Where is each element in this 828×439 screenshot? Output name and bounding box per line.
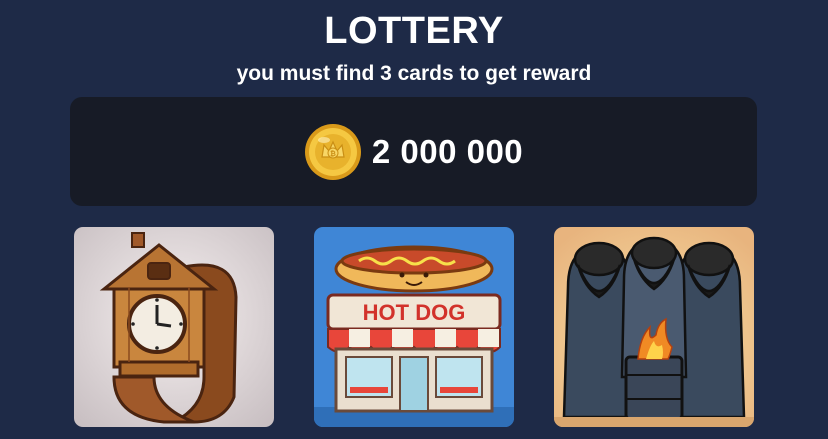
people-by-fire-barrel-card[interactable] bbox=[554, 227, 754, 427]
hot-dog-shop-image: HOT DOG bbox=[314, 227, 514, 427]
cuckoo-watch-image bbox=[74, 227, 274, 427]
instructions-text: you must find 3 cards to get reward bbox=[236, 62, 592, 85]
shop-sign-text: HOT DOG bbox=[363, 300, 466, 325]
fire-barrel-image bbox=[554, 227, 754, 427]
watch-cuckoo-clock-card[interactable] bbox=[74, 227, 274, 427]
hot-dog-shop-card[interactable]: HOT DOG bbox=[314, 227, 514, 427]
gold-coin-icon: ₿ bbox=[304, 123, 361, 180]
page-title: LOTTERY bbox=[324, 10, 504, 52]
prize-panel: ₿ 2 000 000 bbox=[70, 97, 757, 206]
prize-amount: 2 000 000 bbox=[371, 132, 524, 170]
svg-text:₿: ₿ bbox=[330, 150, 336, 158]
